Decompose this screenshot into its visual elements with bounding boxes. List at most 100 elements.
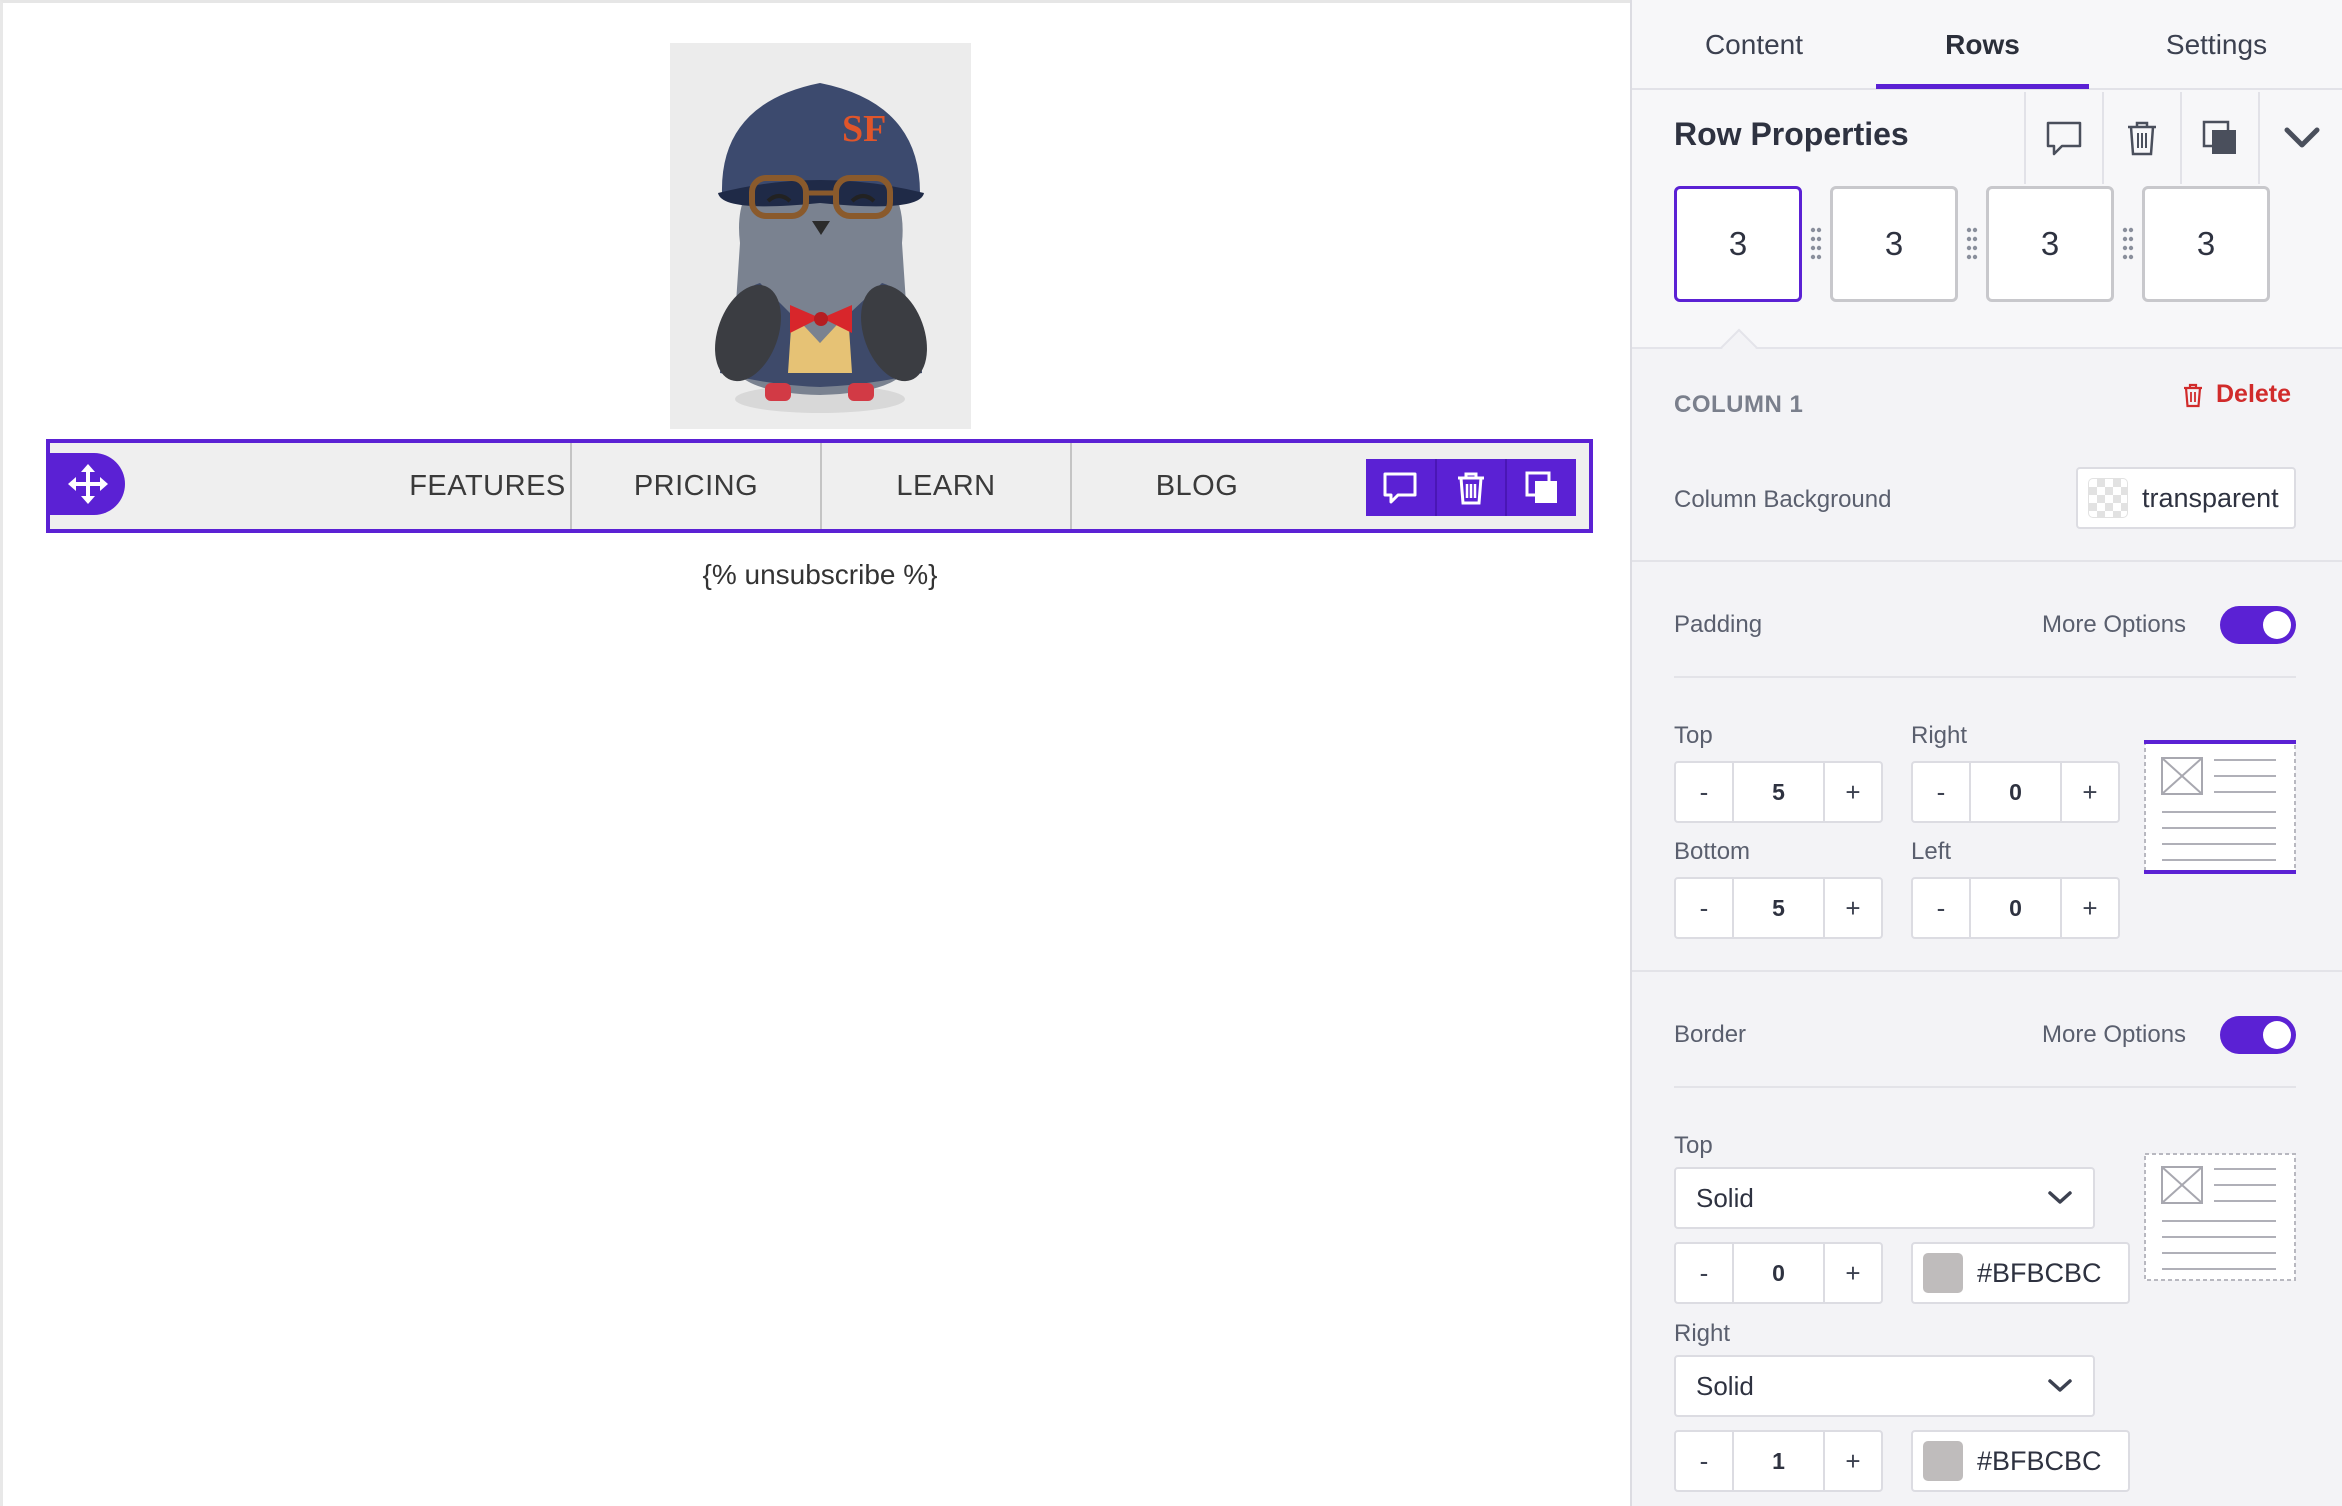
border-preview-icon [2144, 1153, 2296, 1281]
unsubscribe-merge-tag[interactable]: {% unsubscribe %} [603, 559, 1037, 591]
sidebar-tabs: Content Rows Settings [1632, 0, 2342, 90]
row-duplicate-button[interactable] [2180, 92, 2258, 184]
border-right-width-stepper: - 1 + [1674, 1430, 1883, 1492]
row-duplicate-button[interactable] [1507, 459, 1576, 516]
padding-top-label: Top [1674, 722, 1713, 749]
border-right-label: Right [1674, 1320, 1731, 1347]
selected-menu-row[interactable]: FEATURES PRICING LEARN BLOG [46, 439, 1593, 533]
border-right-color-picker[interactable]: #BFBCBC [1911, 1430, 2130, 1492]
duplicate-icon [1525, 471, 1557, 503]
column-background-value: transparent [2142, 482, 2279, 513]
padding-top-value[interactable]: 5 [1732, 763, 1825, 821]
decrement-button[interactable]: - [1676, 1432, 1732, 1490]
duplicate-icon [2202, 120, 2236, 154]
row-delete-button[interactable] [1437, 459, 1508, 516]
row-properties-header: Row Properties [1632, 92, 2342, 184]
color-swatch [1923, 1441, 1963, 1481]
column-box-2[interactable]: 3 [1830, 186, 1958, 302]
decrement-button[interactable]: - [1676, 1244, 1732, 1302]
color-swatch [1923, 1253, 1963, 1293]
column-box-3[interactable]: 3 [1986, 186, 2114, 302]
trash-icon [2128, 121, 2156, 156]
move-arrows-icon [67, 464, 108, 504]
border-right-width-value[interactable]: 1 [1732, 1432, 1825, 1490]
pigeon-mascot-illustration: SF [715, 83, 927, 413]
padding-right-label: Right [1911, 722, 1968, 749]
increment-button[interactable]: + [1825, 1432, 1881, 1490]
padding-right-stepper: - 0 + [1911, 761, 2120, 823]
decrement-button[interactable]: - [1913, 879, 1969, 937]
increment-button[interactable]: + [1825, 1244, 1881, 1302]
section-divider [1674, 1086, 2296, 1088]
svg-text:SF: SF [842, 108, 886, 150]
border-right-style-select[interactable]: Solid [1674, 1355, 2095, 1417]
row-comment-button[interactable] [2024, 92, 2102, 184]
tab-content[interactable]: Content [1632, 0, 1876, 90]
padding-left-stepper: - 0 + [1911, 877, 2120, 939]
column-background-label: Column Background [1674, 486, 1892, 513]
decrement-button[interactable]: - [1676, 763, 1732, 821]
active-tab-indicator [1876, 84, 2089, 89]
border-top-color-value: #BFBCBC [1977, 1257, 2102, 1288]
trash-icon [2184, 383, 2202, 407]
comment-icon [2046, 121, 2082, 156]
padding-bottom-label: Bottom [1674, 838, 1751, 865]
border-more-options-toggle[interactable] [2220, 1016, 2296, 1054]
border-top-style-select[interactable]: Solid [1674, 1167, 2095, 1229]
row-comment-button[interactable] [1366, 459, 1437, 516]
padding-left-value[interactable]: 0 [1969, 879, 2062, 937]
move-row-handle[interactable] [50, 453, 125, 515]
menu-link-pricing[interactable]: PRICING [572, 443, 820, 529]
color-swatch [2088, 478, 2128, 518]
collapse-panel-button[interactable] [2258, 92, 2342, 184]
drag-handle-icon[interactable] [1810, 226, 1822, 262]
increment-button[interactable]: + [1825, 879, 1881, 937]
increment-button[interactable]: + [1825, 763, 1881, 821]
padding-preview-icon [2144, 740, 2296, 874]
row-properties-title: Row Properties [1674, 116, 1909, 152]
border-right-color-value: #BFBCBC [1977, 1445, 2102, 1476]
properties-sidebar: Content Rows Settings Row Properties 3 3… [1630, 0, 2342, 1506]
chevron-down-icon [2048, 1379, 2072, 1392]
chevron-down-icon [2284, 127, 2320, 148]
padding-more-options-label: More Options [2042, 611, 2187, 638]
padding-label: Padding [1674, 611, 1763, 638]
padding-left-label: Left [1911, 838, 1952, 865]
menu-link-blog[interactable]: BLOG [1072, 443, 1322, 529]
mascot-image[interactable]: SF [670, 43, 971, 429]
increment-button[interactable]: + [2062, 879, 2118, 937]
padding-right-value[interactable]: 0 [1969, 763, 2062, 821]
email-canvas: SF FEATURES PRICING LEARN BLOG {% unsubs… [0, 0, 1630, 1506]
border-top-width-stepper: - 0 + [1674, 1242, 1883, 1304]
row-action-toolbar [1366, 459, 1576, 516]
border-top-color-picker[interactable]: #BFBCBC [1911, 1242, 2130, 1304]
border-top-width-value[interactable]: 0 [1732, 1244, 1825, 1302]
menu-link-learn[interactable]: LEARN [822, 443, 1070, 529]
chevron-down-icon [2048, 1191, 2072, 1204]
decrement-button[interactable]: - [1676, 879, 1732, 937]
delete-column-button[interactable]: Delete [2182, 380, 2291, 409]
tab-rows[interactable]: Rows [1876, 0, 2089, 90]
decrement-button[interactable]: - [1913, 763, 1969, 821]
padding-bottom-stepper: - 5 + [1674, 877, 1883, 939]
section-divider [1632, 560, 2342, 562]
padding-more-options-toggle[interactable] [2220, 606, 2296, 644]
tab-settings[interactable]: Settings [2089, 0, 2342, 90]
increment-button[interactable]: + [2062, 763, 2118, 821]
section-divider [1674, 676, 2296, 678]
border-right-style-value: Solid [1696, 1370, 1754, 1401]
row-delete-button[interactable] [2102, 92, 2180, 184]
delete-column-label: Delete [2216, 380, 2292, 408]
drag-handle-icon[interactable] [1966, 226, 1978, 262]
section-divider [1632, 970, 2342, 972]
column-background-picker[interactable]: transparent [2076, 467, 2296, 529]
column-box-4[interactable]: 3 [2142, 186, 2270, 302]
border-top-label: Top [1674, 1132, 1713, 1159]
drag-handle-icon[interactable] [2122, 226, 2134, 262]
padding-top-stepper: - 5 + [1674, 761, 1883, 823]
padding-bottom-value[interactable]: 5 [1732, 879, 1825, 937]
column-title: COLUMN 1 [1674, 391, 1804, 418]
border-more-options-label: More Options [2042, 1021, 2187, 1048]
column-box-1[interactable]: 3 [1674, 186, 1802, 302]
border-top-style-value: Solid [1696, 1182, 1754, 1213]
